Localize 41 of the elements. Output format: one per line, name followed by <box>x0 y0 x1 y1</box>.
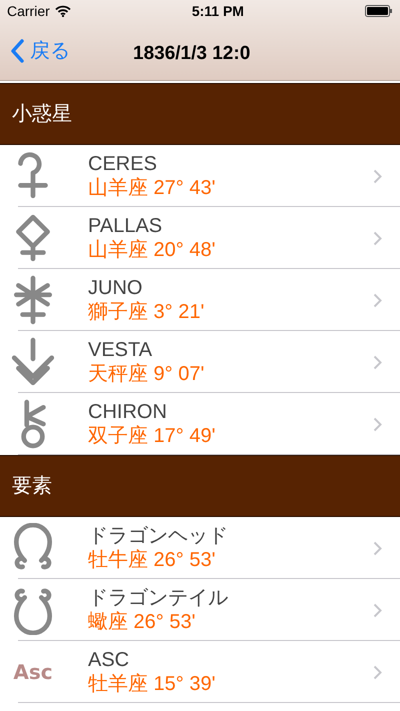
list-row[interactable]: ドラゴンテイル 蠍座 26° 53' <box>0 579 400 641</box>
list-row[interactable]: VESTA 天秤座 9° 07' <box>0 331 400 393</box>
carrier-label: Carrier <box>7 2 50 20</box>
ascendant-symbol: Asc <box>12 659 54 686</box>
item-position: 天秤座 9° 07' <box>88 362 204 386</box>
chevron-right-icon <box>373 168 382 184</box>
item-name: JUNO <box>88 276 142 300</box>
list-row[interactable]: Asc ASC 牡羊座 15° 39' <box>0 641 400 703</box>
item-name: CERES <box>88 152 157 176</box>
section-header: 要素 <box>0 455 400 517</box>
nav-title: 1836/1/3 12:0 <box>133 42 250 66</box>
battery-icon <box>364 5 393 17</box>
chevron-right-icon <box>373 292 382 308</box>
item-position: 山羊座 27° 43' <box>88 176 216 200</box>
item-name: VESTA <box>88 338 152 362</box>
chevron-left-icon <box>10 39 24 63</box>
list-row[interactable]: CERES 山羊座 27° 43' <box>0 145 400 207</box>
list-row[interactable]: PALLAS 山羊座 20° 48' <box>0 207 400 269</box>
item-position: 獅子座 3° 21' <box>88 300 204 324</box>
item-name: CHIRON <box>88 400 167 424</box>
item-position: 双子座 17° 49' <box>88 424 216 448</box>
chevron-right-icon <box>373 602 382 618</box>
item-position: 牡羊座 15° 39' <box>88 672 216 696</box>
chevron-right-icon <box>373 416 382 432</box>
item-name: ASC <box>88 648 130 672</box>
list-row[interactable]: ドラゴンヘッド 牡牛座 26° 53' <box>0 517 400 579</box>
item-name: ドラゴンテイル <box>88 586 228 610</box>
item-position: 牡牛座 26° 53' <box>88 548 216 572</box>
item-name: ドラゴンヘッド <box>88 524 228 548</box>
item-position: 山羊座 20° 48' <box>88 238 216 262</box>
chevron-right-icon <box>373 354 382 370</box>
section-header: 小惑星 <box>0 83 400 145</box>
list-row[interactable]: JUNO 獅子座 3° 21' <box>0 269 400 331</box>
status-time: 5:11 PM <box>192 2 244 20</box>
wifi-icon <box>54 5 71 17</box>
chevron-right-icon <box>373 664 382 680</box>
chevron-right-icon <box>373 230 382 246</box>
item-position: 蠍座 26° 53' <box>88 610 196 634</box>
list-row[interactable]: CHIRON 双子座 17° 49' <box>0 393 400 455</box>
chevron-right-icon <box>373 540 382 556</box>
item-name: PALLAS <box>88 214 162 238</box>
